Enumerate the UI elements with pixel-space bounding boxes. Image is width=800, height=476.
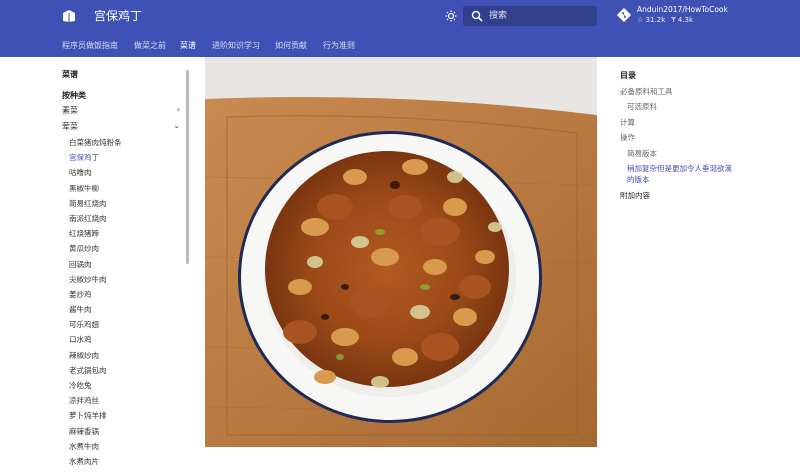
repo-stars: ☆ 31.2k bbox=[637, 16, 666, 24]
git-icon bbox=[617, 8, 631, 22]
toc-link-simple-version[interactable]: 简易版本 bbox=[627, 148, 657, 159]
search-box[interactable] bbox=[463, 6, 597, 26]
toc-link-operation[interactable]: 操作 bbox=[620, 132, 635, 143]
nav-group-vegetable[interactable]: 素菜 › bbox=[62, 105, 180, 116]
chevron-down-icon: ⌄ bbox=[173, 121, 180, 130]
nav-item[interactable]: 辣椒炒肉 bbox=[69, 348, 122, 363]
sun-icon bbox=[445, 10, 457, 22]
sidebar-nav: 菜谱 按种类 素菜 › 荤菜 ⌄ 白菜猪肉炖粉条 宫保鸡丁 咕噜肉 黑椒牛柳 简易红烧肉… bbox=[0, 57, 190, 476]
toc-link-optional-ingredients[interactable]: 可选原料 bbox=[627, 101, 657, 112]
nav-item[interactable]: 黑椒牛柳 bbox=[69, 181, 122, 196]
header: 宫保鸡丁 搜索 Anduin2017/HowToCook ☆ 31.2k Ɏ 4… bbox=[0, 0, 800, 57]
toc-link-calculation[interactable]: 计算 bbox=[620, 117, 635, 128]
table-of-contents: 目录 必备原料和工具 可选原料 计算 操作 简易版本 稍加复杂但是更加令人垂涎欲… bbox=[620, 57, 770, 217]
nav-item[interactable]: 咕噜肉 bbox=[69, 165, 122, 180]
nav-item[interactable]: 红烧猪蹄 bbox=[69, 226, 122, 241]
nav-tabs: 程序员做饭指南 做菜之前 菜谱 进阶知识学习 如何贡献 行为准则 bbox=[0, 32, 800, 57]
nav-item-list: 白菜猪肉炖粉条 宫保鸡丁 咕噜肉 黑椒牛柳 简易红烧肉 南派红烧肉 红烧猪蹄 黄瓜炒肉 回锅肉尖… bbox=[69, 135, 122, 469]
nav-item[interactable]: 冷吃兔 bbox=[69, 378, 122, 393]
search-icon bbox=[471, 10, 483, 22]
tab-guide[interactable]: 程序员做饭指南 bbox=[62, 40, 118, 51]
page-title: 宫保鸡丁 bbox=[94, 9, 143, 23]
repo-link[interactable]: Anduin2017/HowToCook ☆ 31.2k Ɏ 4.3k bbox=[617, 5, 767, 29]
repo-stats: ☆ 31.2k Ɏ 4.3k bbox=[637, 16, 693, 24]
top-bar: 宫保鸡丁 搜索 Anduin2017/HowToCook ☆ 31.2k Ɏ 4… bbox=[0, 0, 800, 32]
sidebar-scrollbar[interactable] bbox=[186, 70, 189, 264]
nav-item[interactable]: 尖椒炒牛肉 bbox=[69, 272, 122, 287]
chevron-right-icon: › bbox=[176, 105, 180, 114]
nav-item[interactable]: 黄瓜炒肉 bbox=[69, 241, 122, 256]
nav-item[interactable]: 可乐鸡翅 bbox=[69, 317, 122, 332]
kung-pao-chicken-image bbox=[205, 57, 597, 447]
nav-item[interactable]: 白菜猪肉炖粉条 bbox=[69, 135, 122, 150]
toc-link-extra-content[interactable]: 附加内容 bbox=[620, 190, 650, 201]
nav-item[interactable]: 麻辣香锅 bbox=[69, 424, 122, 439]
nav-group-meat[interactable]: 荤菜 ⌄ bbox=[62, 121, 180, 132]
nav-item[interactable]: 回锅肉 bbox=[69, 257, 122, 272]
nav-item[interactable]: 水煮牛肉 bbox=[69, 439, 122, 454]
tab-contribute[interactable]: 如何贡献 bbox=[275, 40, 307, 51]
repo-forks: Ɏ 4.3k bbox=[671, 16, 694, 24]
nav-item[interactable]: 老式锅包肉 bbox=[69, 363, 122, 378]
repo-name: Anduin2017/HowToCook bbox=[637, 5, 728, 14]
dish-photo bbox=[205, 57, 597, 447]
tab-before-cooking[interactable]: 做菜之前 bbox=[134, 40, 166, 51]
nav-item[interactable]: 凉拌鸡丝 bbox=[69, 393, 122, 408]
nav-group-label: 素菜 bbox=[62, 106, 78, 115]
tab-recipes[interactable]: 菜谱 bbox=[180, 40, 196, 51]
nav-item[interactable]: 姜炒鸡 bbox=[69, 287, 122, 302]
nav-item[interactable]: 水煮肉片 bbox=[69, 454, 122, 469]
toc-link-advanced-version[interactable]: 稍加复杂但是更加令人垂涎欲滴 bbox=[627, 163, 732, 174]
nav-item[interactable]: 南派红烧肉 bbox=[69, 211, 122, 226]
nav-group-label: 荤菜 bbox=[62, 122, 78, 131]
nav-item[interactable]: 口水鸡 bbox=[69, 332, 122, 347]
tab-advanced[interactable]: 进阶知识学习 bbox=[212, 40, 260, 51]
toc-link-required-ingredients[interactable]: 必备原料和工具 bbox=[620, 86, 673, 97]
book-logo-icon[interactable] bbox=[62, 9, 76, 23]
nav-item[interactable]: 酱牛肉 bbox=[69, 302, 122, 317]
nav-item[interactable]: 萝卜炖羊排 bbox=[69, 408, 122, 423]
nav-title: 菜谱 bbox=[62, 70, 78, 79]
nav-item[interactable]: 简易红烧肉 bbox=[69, 196, 122, 211]
toc-link-advanced-version-cont[interactable]: 的版本 bbox=[627, 174, 650, 185]
search-input[interactable] bbox=[489, 7, 593, 25]
toc-title: 目录 bbox=[620, 71, 636, 80]
theme-toggle[interactable] bbox=[442, 7, 460, 25]
tab-code-of-conduct[interactable]: 行为准则 bbox=[323, 40, 355, 51]
nav-item[interactable]: 宫保鸡丁 bbox=[69, 150, 122, 165]
nav-section-heading: 按种类 bbox=[62, 91, 86, 100]
